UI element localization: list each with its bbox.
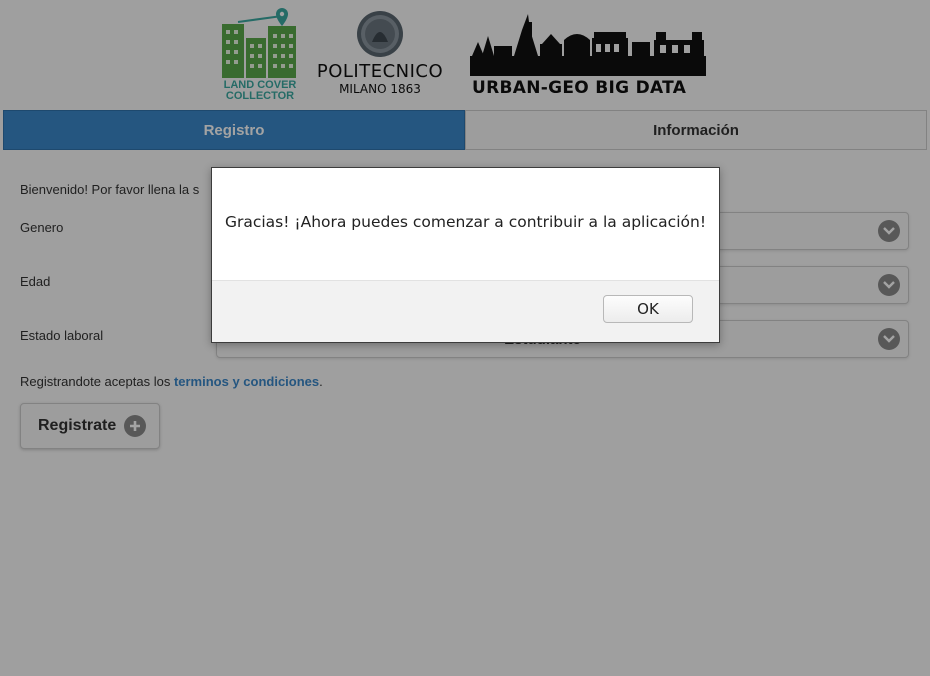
dialog-message: Gracias! ¡Ahora puedes comenzar a contri… — [224, 212, 707, 231]
ok-button[interactable]: OK — [603, 295, 693, 323]
dialog-footer: OK — [212, 280, 719, 342]
alert-dialog: Gracias! ¡Ahora puedes comenzar a contri… — [211, 167, 720, 343]
